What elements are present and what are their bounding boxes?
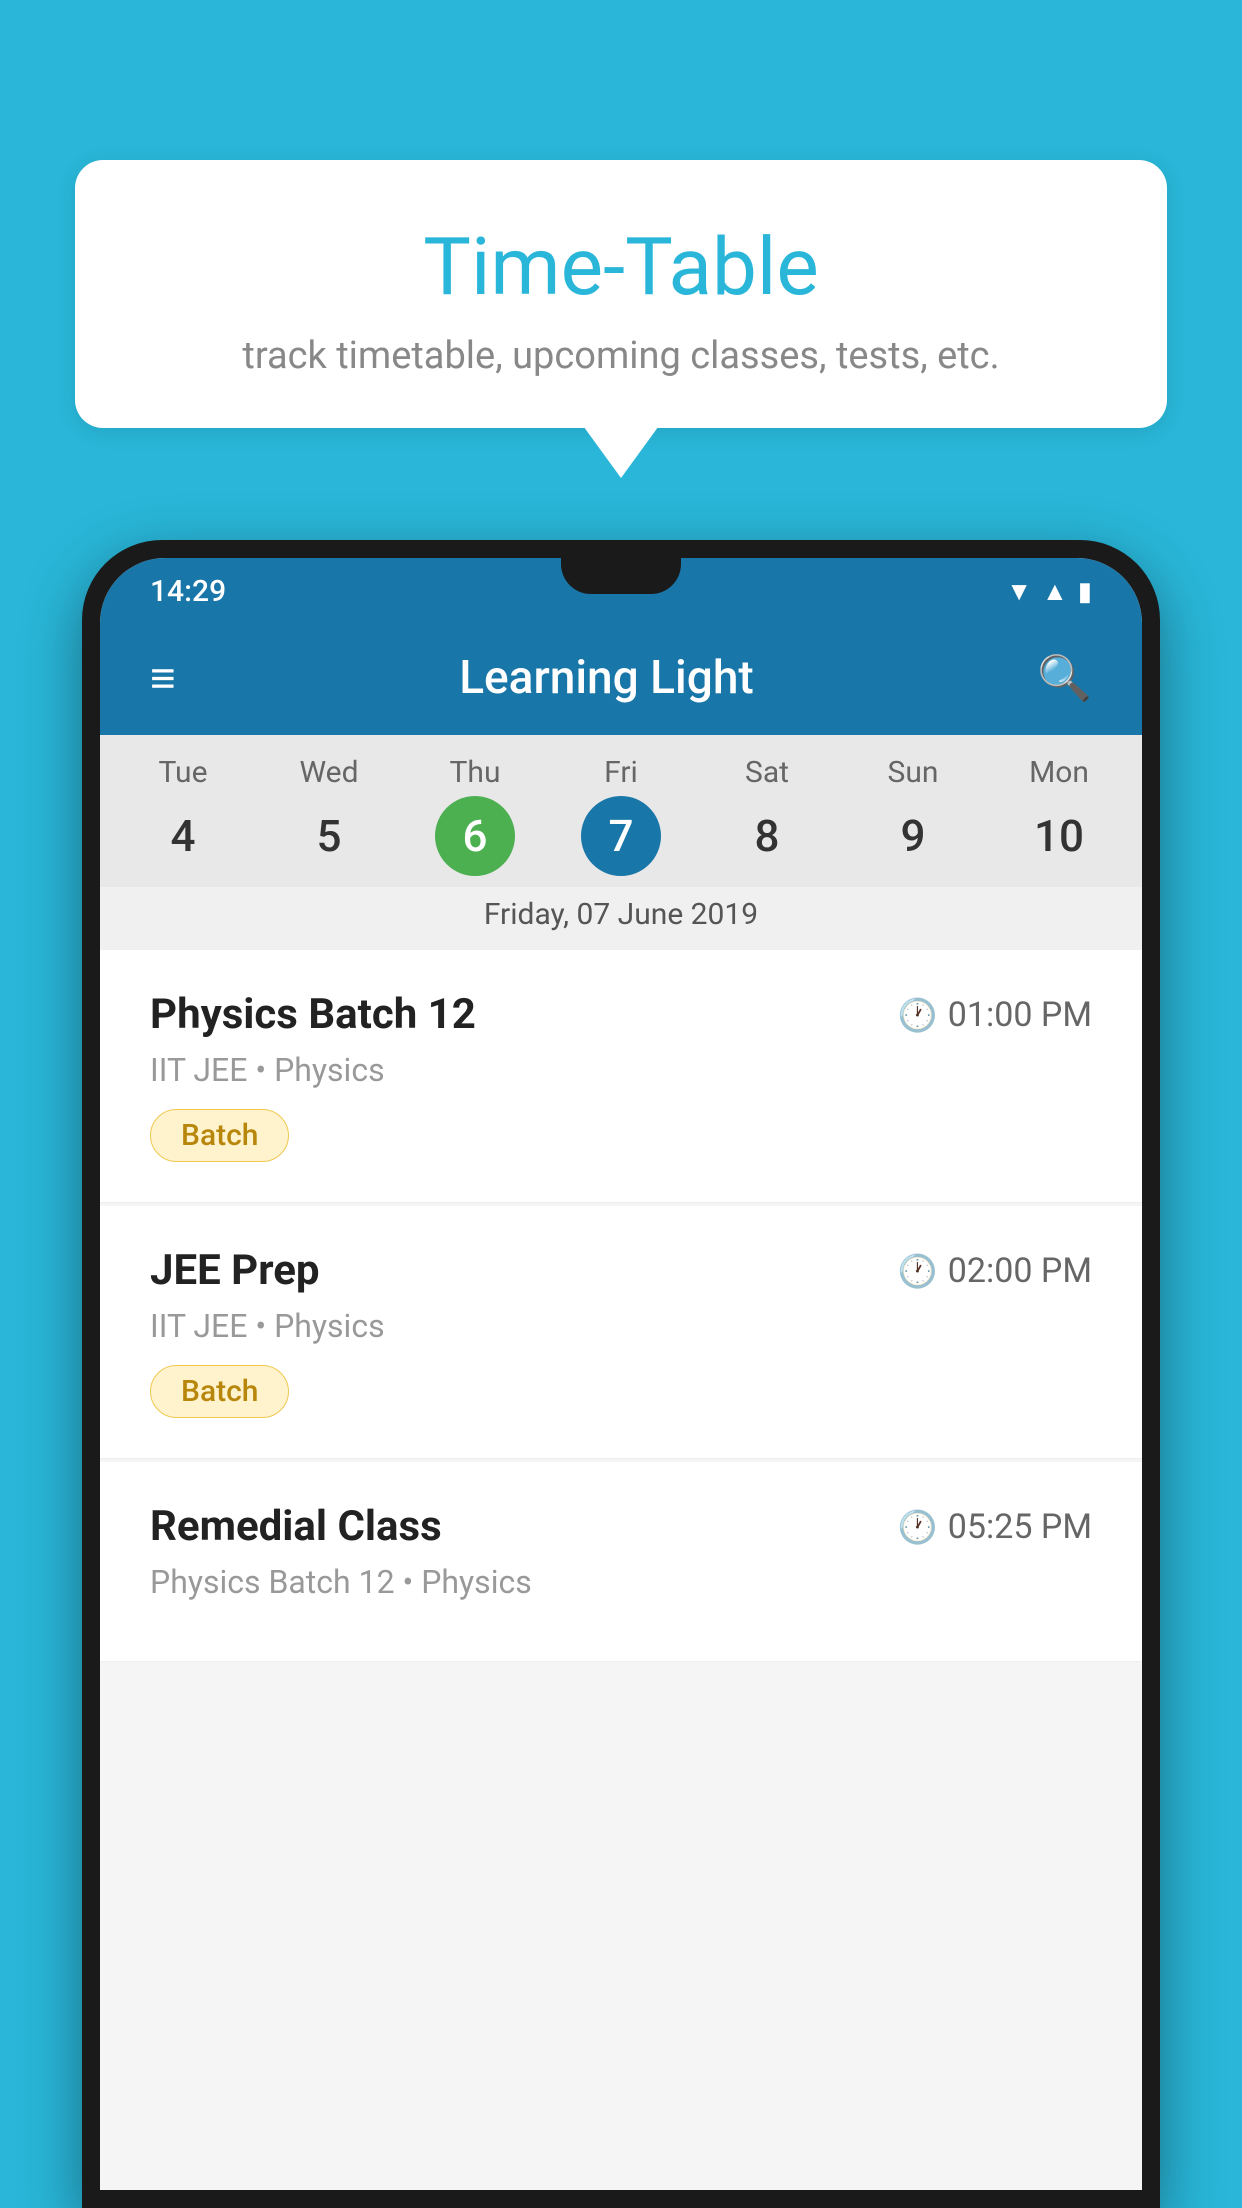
day-headers: Tue Wed Thu Fri Sat Sun Mon bbox=[100, 735, 1142, 795]
tooltip-card: Time-Table track timetable, upcoming cla… bbox=[75, 160, 1167, 428]
day-4[interactable]: 4 bbox=[110, 800, 256, 872]
phone-notch bbox=[561, 558, 681, 594]
schedule-item-3-header: Remedial Class 🕐 05:25 PM bbox=[150, 1502, 1092, 1551]
app-title: Learning Light bbox=[459, 651, 754, 705]
day-header-thu: Thu bbox=[402, 755, 548, 790]
day-header-sun: Sun bbox=[840, 755, 986, 790]
schedule-item-2-header: JEE Prep 🕐 02:00 PM bbox=[150, 1246, 1092, 1295]
day-header-fri: Fri bbox=[548, 755, 694, 790]
day-header-mon: Mon bbox=[986, 755, 1132, 790]
schedule-item-1[interactable]: Physics Batch 12 🕐 01:00 PM IIT JEE • Ph… bbox=[100, 950, 1142, 1203]
status-icons: ▼ ▲ ▮ bbox=[1006, 576, 1092, 607]
phone-screen: 14:29 ▼ ▲ ▮ ≡ Learning Light 🔍 Tue Wed T… bbox=[100, 558, 1142, 2190]
schedule-item-1-subtitle: IIT JEE • Physics bbox=[150, 1051, 1092, 1089]
menu-icon[interactable]: ≡ bbox=[150, 652, 176, 704]
clock-icon-3: 🕐 bbox=[898, 1508, 938, 1546]
day-header-sat: Sat bbox=[694, 755, 840, 790]
schedule-item-2[interactable]: JEE Prep 🕐 02:00 PM IIT JEE • Physics Ba… bbox=[100, 1206, 1142, 1459]
schedule-item-3-subtitle: Physics Batch 12 • Physics bbox=[150, 1563, 1092, 1601]
tooltip-subtitle: track timetable, upcoming classes, tests… bbox=[155, 334, 1087, 378]
clock-icon-1: 🕐 bbox=[898, 996, 938, 1034]
batch-badge-1: Batch bbox=[150, 1109, 289, 1162]
day-8[interactable]: 8 bbox=[694, 800, 840, 872]
day-9[interactable]: 9 bbox=[840, 800, 986, 872]
schedule-list: Physics Batch 12 🕐 01:00 PM IIT JEE • Ph… bbox=[100, 950, 1142, 2190]
schedule-item-1-title: Physics Batch 12 bbox=[150, 990, 476, 1039]
phone-frame: 14:29 ▼ ▲ ▮ ≡ Learning Light 🔍 Tue Wed T… bbox=[82, 540, 1160, 2208]
day-7-selected[interactable]: 7 bbox=[548, 800, 694, 872]
signal-icon: ▲ bbox=[1042, 576, 1068, 607]
day-numbers: 4 5 6 7 8 9 10 bbox=[100, 795, 1142, 887]
schedule-item-3[interactable]: Remedial Class 🕐 05:25 PM Physics Batch … bbox=[100, 1462, 1142, 1662]
app-bar: ≡ Learning Light 🔍 bbox=[100, 621, 1142, 735]
search-icon[interactable]: 🔍 bbox=[1037, 652, 1092, 704]
schedule-item-1-header: Physics Batch 12 🕐 01:00 PM bbox=[150, 990, 1092, 1039]
clock-icon-2: 🕐 bbox=[898, 1252, 938, 1290]
schedule-item-1-time: 🕐 01:00 PM bbox=[898, 995, 1092, 1035]
day-header-wed: Wed bbox=[256, 755, 402, 790]
day-5[interactable]: 5 bbox=[256, 800, 402, 872]
schedule-item-2-time: 🕐 02:00 PM bbox=[898, 1251, 1092, 1291]
day-header-tue: Tue bbox=[110, 755, 256, 790]
schedule-item-2-subtitle: IIT JEE • Physics bbox=[150, 1307, 1092, 1345]
day-10[interactable]: 10 bbox=[986, 800, 1132, 872]
calendar-strip: Tue Wed Thu Fri Sat Sun Mon 4 5 6 7 bbox=[100, 735, 1142, 950]
batch-badge-2: Batch bbox=[150, 1365, 289, 1418]
schedule-item-2-title: JEE Prep bbox=[150, 1246, 320, 1295]
wifi-icon: ▼ bbox=[1006, 576, 1032, 607]
selected-date-label: Friday, 07 June 2019 bbox=[100, 887, 1142, 950]
day-6-today[interactable]: 6 bbox=[402, 800, 548, 872]
schedule-item-3-time: 🕐 05:25 PM bbox=[898, 1507, 1092, 1547]
status-time: 14:29 bbox=[150, 574, 226, 609]
schedule-item-3-title: Remedial Class bbox=[150, 1502, 442, 1551]
tooltip-title: Time-Table bbox=[155, 220, 1087, 314]
battery-icon: ▮ bbox=[1078, 577, 1092, 607]
